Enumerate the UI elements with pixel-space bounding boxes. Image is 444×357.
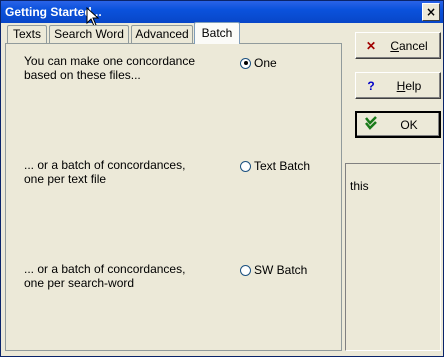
tab-texts[interactable]: Texts: [7, 25, 47, 43]
getting-started-dialog: Getting Started... × Texts Search Word A…: [0, 0, 444, 357]
help-button[interactable]: ? Help: [355, 72, 441, 99]
one-description-line2: based on these files...: [24, 68, 141, 82]
text-batch-description-line2: one per text file: [24, 172, 107, 186]
mouse-cursor-icon: [86, 7, 100, 27]
help-button-label: Help: [396, 78, 422, 93]
radio-text-batch[interactable]: Text Batch: [240, 159, 310, 173]
tab-batch[interactable]: Batch: [194, 22, 240, 44]
radio-one[interactable]: One: [240, 56, 277, 70]
radio-text-batch-label: Text Batch: [254, 159, 311, 173]
radio-sw-batch-label: SW Batch: [254, 263, 308, 277]
one-description-line1: You can make one concordance: [24, 54, 196, 68]
sw-batch-description: ... or a batch of concordances, one per …: [24, 262, 185, 290]
side-panel-text: this: [350, 179, 369, 193]
close-button[interactable]: ×: [422, 3, 440, 21]
sw-batch-description-line2: one per search-word: [24, 276, 135, 290]
text-batch-description-line1: ... or a batch of concordances,: [24, 158, 186, 172]
x-icon: ✕: [365, 38, 377, 53]
text-batch-description: ... or a batch of concordances, one per …: [24, 158, 185, 186]
tab-advanced[interactable]: Advanced: [131, 25, 193, 43]
tab-search-word[interactable]: Search Word: [49, 25, 129, 43]
radio-sw-batch[interactable]: SW Batch: [240, 263, 307, 277]
sw-batch-description-line1: ... or a batch of concordances,: [24, 262, 186, 276]
title-bar[interactable]: Getting Started... ×: [1, 1, 443, 23]
radio-sw-batch-indicator-icon: [240, 264, 251, 276]
double-check-icon: [357, 115, 387, 134]
question-icon: ?: [367, 78, 375, 93]
ok-button-label: OK: [400, 117, 418, 132]
side-panel: this: [345, 163, 441, 351]
cancel-button[interactable]: ✕ Cancel: [355, 32, 441, 59]
radio-one-indicator-icon: [240, 57, 251, 69]
ok-button[interactable]: OK: [355, 111, 441, 138]
batch-tab-panel: You can make one concordance based on th…: [5, 43, 342, 351]
radio-one-label: One: [254, 56, 277, 70]
radio-text-batch-indicator-icon: [240, 160, 251, 172]
cancel-button-label: Cancel: [390, 38, 428, 53]
one-description: You can make one concordance based on th…: [24, 54, 195, 82]
